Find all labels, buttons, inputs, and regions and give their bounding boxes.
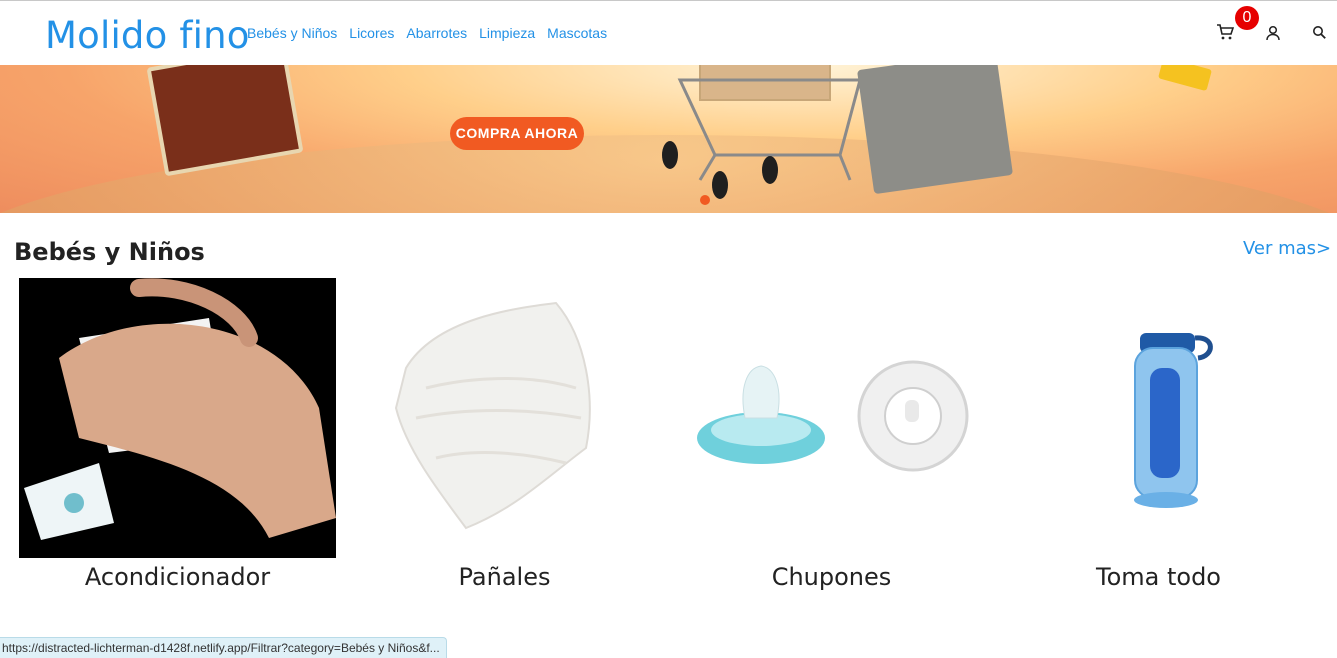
product-card[interactable]: Toma todo bbox=[1000, 278, 1317, 598]
product-image bbox=[673, 278, 990, 558]
search-icon[interactable] bbox=[1312, 25, 1332, 45]
product-name: Pañales bbox=[458, 563, 551, 591]
top-navbar: Molido fino Bebés y Niños Licores Abarro… bbox=[0, 1, 1337, 65]
nav-link-abarrotes[interactable]: Abarrotes bbox=[406, 25, 467, 41]
promo-banner[interactable]: COMPRA AHORA bbox=[0, 65, 1337, 213]
status-bar-url: https://distracted-lichterman-d1428f.net… bbox=[0, 637, 447, 658]
product-image bbox=[1000, 278, 1317, 558]
product-card[interactable]: Chupones bbox=[673, 278, 990, 598]
product-box-art bbox=[1158, 65, 1212, 92]
category-nav: Bebés y Niños Licores Abarrotes Limpieza… bbox=[247, 25, 607, 41]
section-title: Bebés y Niños bbox=[14, 238, 205, 266]
product-name: Acondicionador bbox=[84, 563, 271, 591]
product-name: Chupones bbox=[771, 563, 892, 591]
shopping-cart-art bbox=[662, 65, 862, 205]
nav-link-bebes-ninos[interactable]: Bebés y Niños bbox=[247, 25, 337, 41]
product-image bbox=[346, 278, 663, 558]
user-icon[interactable] bbox=[1265, 25, 1285, 45]
brand-logo[interactable]: Molido fino bbox=[45, 14, 250, 57]
metal-box-art bbox=[856, 65, 1014, 195]
nav-link-licores[interactable]: Licores bbox=[349, 25, 394, 41]
nav-link-mascotas[interactable]: Mascotas bbox=[547, 25, 607, 41]
product-image bbox=[19, 278, 336, 558]
nav-link-limpieza[interactable]: Limpieza bbox=[479, 25, 535, 41]
buy-now-button[interactable]: COMPRA AHORA bbox=[450, 117, 584, 150]
see-more-link[interactable]: Ver mas> bbox=[1243, 238, 1331, 259]
product-card[interactable]: Acondicionador bbox=[19, 278, 336, 598]
product-card[interactable]: Pañales bbox=[346, 278, 663, 598]
cart-icon[interactable] bbox=[1216, 23, 1236, 43]
product-name: Toma todo bbox=[1096, 563, 1221, 591]
cart-count-badge: 0 bbox=[1235, 6, 1259, 30]
